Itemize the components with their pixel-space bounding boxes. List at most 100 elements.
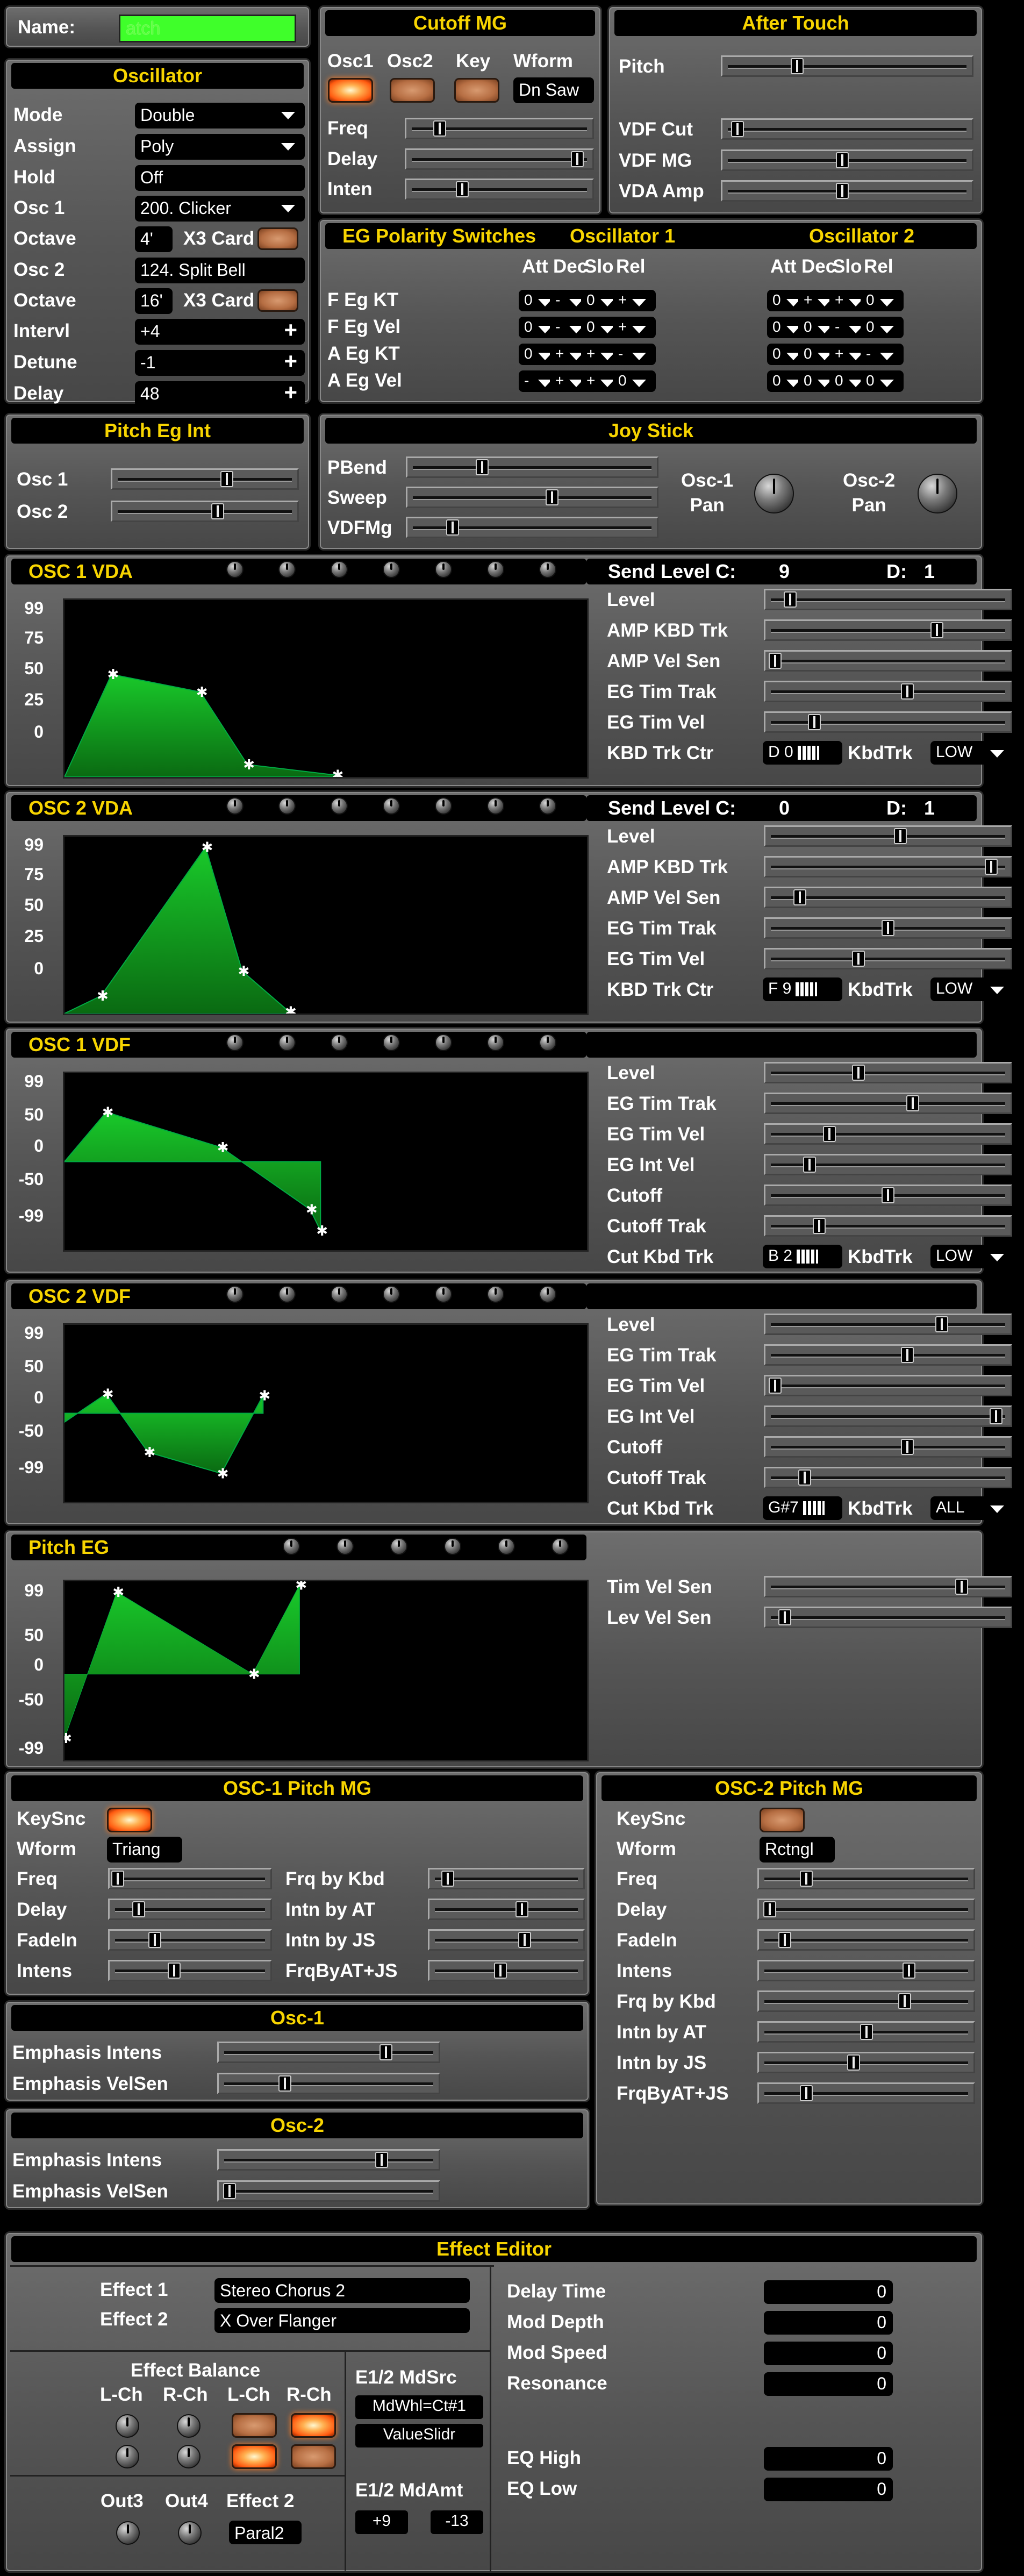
param-slider[interactable]: [764, 1215, 1012, 1237]
envelope-node[interactable]: ✱: [102, 1386, 114, 1402]
bal-e1-rch-knob[interactable]: [177, 2414, 200, 2438]
o1mg-right-slider[interactable]: [428, 1960, 585, 1981]
effect2-select[interactable]: X Over Flanger: [214, 2308, 470, 2333]
param-slider[interactable]: [764, 1375, 1012, 1396]
o1mg-left-slider[interactable]: [108, 1899, 272, 1920]
param-slider[interactable]: [764, 1062, 1012, 1083]
bal-e2-lch-button[interactable]: [232, 2444, 277, 2469]
envelope-node[interactable]: ✱: [201, 840, 213, 856]
env-knob[interactable]: [539, 561, 556, 578]
at-vdfmg-slider[interactable]: [721, 149, 973, 171]
eg-switch-o2[interactable]: -: [861, 344, 904, 365]
envelope-node[interactable]: ✱: [102, 1104, 114, 1121]
envelope-node[interactable]: ✱: [97, 988, 109, 1004]
effect-param-value[interactable]: 0: [764, 2342, 893, 2365]
env-knob[interactable]: [487, 797, 504, 815]
peg-knob[interactable]: [498, 1538, 515, 1555]
osc-row-value[interactable]: Double: [135, 103, 305, 129]
at-vdaamp-slider[interactable]: [721, 180, 973, 202]
param-slider[interactable]: [764, 917, 1012, 939]
env-knob[interactable]: [226, 1286, 244, 1303]
effect-param-value[interactable]: 0: [764, 2372, 893, 2396]
envelope-node[interactable]: ✱: [217, 1140, 229, 1156]
o1mg-left-slider[interactable]: [108, 1960, 272, 1981]
kbd-trk-value[interactable]: D 0: [763, 741, 842, 765]
bal-e1-lch-button[interactable]: [232, 2413, 277, 2438]
env-knob[interactable]: [487, 1286, 504, 1303]
eg-switch-o2[interactable]: 0: [861, 290, 904, 311]
o1mg-keysnc-button[interactable]: [107, 1808, 152, 1832]
param-slider[interactable]: [764, 681, 1012, 702]
mdsrc1-select[interactable]: MdWhl=Ct#1: [355, 2395, 483, 2419]
kbd-trk-value[interactable]: B 2: [763, 1245, 842, 1268]
eg-switch-o1[interactable]: -: [613, 344, 656, 365]
envelope-node[interactable]: ✱: [217, 1466, 229, 1482]
param-slider[interactable]: [764, 856, 1012, 877]
envelope-node[interactable]: ✱: [259, 1388, 270, 1404]
effect-param-value[interactable]: 0: [764, 2280, 893, 2304]
bal-e2-lch-knob[interactable]: [116, 2445, 139, 2468]
o2mg-slider[interactable]: [757, 1868, 975, 1889]
param-slider[interactable]: [764, 887, 1012, 908]
effect1-select[interactable]: Stereo Chorus 2: [214, 2278, 470, 2303]
o2mg-slider[interactable]: [757, 1990, 975, 2012]
osc2-vdf-display[interactable]: ✱ ✱ ✱ ✱: [63, 1323, 589, 1503]
envelope-node[interactable]: ✱: [60, 1731, 72, 1747]
bal-e2-rch-knob[interactable]: [177, 2445, 200, 2468]
osc-row-value[interactable]: +4: [135, 319, 305, 345]
bal-e2-rch-button[interactable]: [291, 2444, 336, 2469]
bal-e1-rch-button[interactable]: [291, 2413, 336, 2438]
param-slider[interactable]: [764, 650, 1012, 672]
osc-row-value[interactable]: 200. Clicker: [135, 196, 305, 222]
env-knob[interactable]: [278, 1034, 296, 1051]
cutoff-freq-slider[interactable]: [405, 118, 594, 139]
osc2-vda-display[interactable]: ✱ ✱ ✱ ✱: [63, 835, 589, 1021]
env-knob[interactable]: [278, 797, 296, 815]
peg-levvel-slider[interactable]: [764, 1607, 1012, 1628]
peg-osc1-slider[interactable]: [111, 468, 299, 490]
envelope-node[interactable]: ✱: [243, 757, 255, 773]
joy-sweep-slider[interactable]: [406, 487, 658, 508]
envelope-node[interactable]: ✱: [196, 684, 208, 701]
env-knob[interactable]: [383, 1034, 400, 1051]
effect2-routing-select[interactable]: Paral2: [229, 2521, 302, 2544]
peg-knob[interactable]: [444, 1538, 461, 1555]
param-slider[interactable]: [764, 825, 1012, 847]
envelope-node[interactable]: ✱: [316, 1223, 328, 1239]
env-knob[interactable]: [539, 1034, 556, 1051]
peg-knob[interactable]: [552, 1538, 569, 1555]
joy-pbend-slider[interactable]: [406, 456, 658, 478]
osc1-emph-velsen-slider[interactable]: [217, 2073, 440, 2094]
cutoff-inten-slider[interactable]: [405, 179, 594, 200]
card-button[interactable]: [257, 227, 298, 250]
o1mg-left-slider[interactable]: [108, 1868, 272, 1889]
env-knob[interactable]: [435, 1034, 452, 1051]
env-knob[interactable]: [539, 1286, 556, 1303]
env-knob[interactable]: [226, 1034, 244, 1051]
mdamt2-value[interactable]: -13: [431, 2510, 483, 2534]
osc-row-value[interactable]: 48: [135, 381, 305, 407]
peg-knob[interactable]: [390, 1538, 407, 1555]
peg-knob[interactable]: [283, 1538, 300, 1555]
param-slider[interactable]: [764, 589, 1012, 610]
param-slider[interactable]: [764, 1184, 1012, 1206]
env-knob[interactable]: [331, 1286, 348, 1303]
envelope-node[interactable]: ✱: [144, 1445, 156, 1461]
kbd-trk-value[interactable]: G#7: [763, 1496, 842, 1520]
param-slider[interactable]: [764, 948, 1012, 969]
env-knob[interactable]: [435, 561, 452, 578]
envelope-node[interactable]: ✱: [107, 667, 119, 683]
env-knob[interactable]: [487, 1034, 504, 1051]
bal-e1-lch-knob[interactable]: [116, 2414, 139, 2438]
osc2-emph-intens-slider[interactable]: [217, 2149, 440, 2171]
out3-knob[interactable]: [116, 2521, 140, 2545]
o2mg-wform-select[interactable]: Rctngl: [760, 1837, 835, 1863]
joy-vdfmg-slider[interactable]: [406, 517, 658, 538]
env-knob[interactable]: [383, 1286, 400, 1303]
envelope-node[interactable]: ✱: [332, 768, 343, 784]
env-knob[interactable]: [278, 1286, 296, 1303]
param-slider[interactable]: [764, 1123, 1012, 1145]
octave-select[interactable]: 4': [135, 226, 173, 252]
cutoff-wform-select[interactable]: Dn Saw: [513, 77, 594, 103]
card-button[interactable]: [257, 289, 298, 312]
